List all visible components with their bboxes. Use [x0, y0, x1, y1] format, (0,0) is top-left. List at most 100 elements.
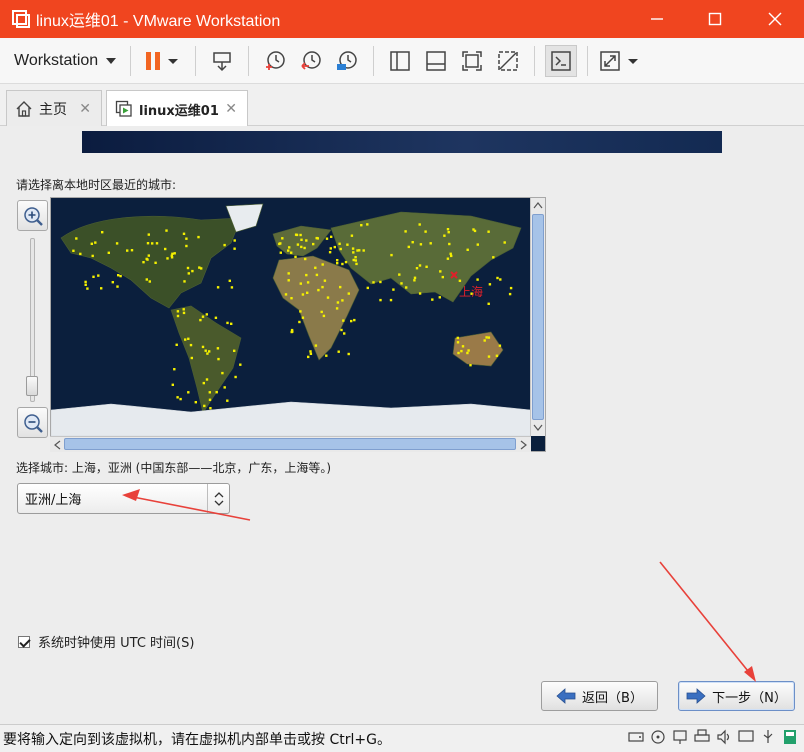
city-dot[interactable]: [476, 278, 479, 281]
city-dot[interactable]: [182, 308, 185, 311]
city-dot[interactable]: [187, 337, 190, 340]
city-dot[interactable]: [492, 256, 495, 259]
city-dot[interactable]: [230, 322, 233, 325]
city-dot[interactable]: [441, 275, 444, 279]
city-dot[interactable]: [350, 234, 354, 237]
city-dot[interactable]: [94, 241, 97, 244]
city-dot[interactable]: [173, 368, 176, 371]
city-dot[interactable]: [171, 383, 174, 386]
city-dot[interactable]: [284, 293, 288, 296]
city-dot[interactable]: [473, 229, 477, 233]
city-dot[interactable]: [389, 298, 393, 302]
city-dot[interactable]: [325, 237, 329, 240]
city-dot[interactable]: [509, 286, 513, 290]
city-dot[interactable]: [424, 230, 427, 233]
city-dot[interactable]: [438, 296, 441, 299]
timezone-select[interactable]: 亚洲/上海: [17, 483, 230, 514]
city-dot[interactable]: [341, 262, 344, 266]
back-button[interactable]: 返回（B）: [541, 681, 658, 711]
scroll-down-icon[interactable]: [533, 424, 543, 432]
city-dot[interactable]: [287, 279, 290, 282]
pause-button[interactable]: [141, 45, 185, 77]
city-dot[interactable]: [205, 313, 208, 316]
map-vertical-thumb[interactable]: [532, 214, 544, 420]
city-dot[interactable]: [214, 316, 218, 319]
city-dot[interactable]: [485, 336, 488, 339]
city-dot[interactable]: [208, 398, 212, 401]
city-dot[interactable]: [457, 351, 460, 355]
city-dot[interactable]: [352, 251, 355, 254]
city-dot[interactable]: [404, 230, 407, 233]
city-dot[interactable]: [418, 264, 422, 267]
city-dot[interactable]: [447, 231, 450, 234]
city-dot[interactable]: [306, 291, 309, 294]
world-map-image[interactable]: 上海: [51, 198, 532, 437]
city-dot[interactable]: [333, 245, 336, 249]
city-dot[interactable]: [360, 224, 363, 227]
city-dot[interactable]: [352, 258, 355, 262]
city-dot[interactable]: [164, 247, 167, 251]
city-dot[interactable]: [425, 265, 428, 268]
city-dot[interactable]: [487, 302, 490, 305]
city-dot[interactable]: [350, 319, 353, 323]
city-dot[interactable]: [450, 254, 453, 258]
maximize-button[interactable]: [686, 0, 744, 38]
city-dot[interactable]: [322, 314, 326, 318]
city-dot[interactable]: [145, 278, 148, 281]
city-dot[interactable]: [344, 260, 348, 264]
city-dot[interactable]: [429, 242, 432, 245]
city-dot[interactable]: [205, 378, 209, 381]
city-dot[interactable]: [460, 349, 463, 353]
city-dot[interactable]: [170, 256, 174, 259]
city-dot[interactable]: [316, 237, 319, 240]
city-dot[interactable]: [347, 292, 350, 295]
city-dot[interactable]: [197, 235, 200, 239]
city-dot[interactable]: [239, 363, 242, 366]
city-dot[interactable]: [329, 247, 332, 250]
city-dot[interactable]: [176, 396, 179, 399]
city-dot[interactable]: [325, 354, 328, 357]
city-dot[interactable]: [216, 286, 220, 289]
city-dot[interactable]: [90, 242, 93, 245]
city-dot[interactable]: [448, 242, 451, 246]
city-dot[interactable]: [431, 298, 434, 301]
city-dot[interactable]: [185, 244, 188, 248]
city-dot[interactable]: [339, 247, 342, 251]
city-dot[interactable]: [321, 285, 324, 289]
revert-snapshot-button[interactable]: [295, 45, 327, 77]
city-dot[interactable]: [446, 228, 450, 231]
city-dot[interactable]: [320, 310, 323, 314]
city-dot[interactable]: [100, 287, 103, 290]
city-dot[interactable]: [372, 281, 375, 284]
city-dot[interactable]: [179, 397, 182, 401]
city-dot[interactable]: [208, 350, 211, 353]
terminal-button[interactable]: [545, 44, 578, 77]
city-dot[interactable]: [155, 242, 159, 245]
city-dot[interactable]: [175, 343, 178, 346]
close-icon[interactable]: ✕: [225, 101, 237, 117]
sound-icon[interactable]: [716, 728, 732, 746]
city-dot[interactable]: [86, 287, 89, 290]
city-dot[interactable]: [449, 252, 452, 255]
city-dot[interactable]: [418, 292, 422, 295]
city-dot[interactable]: [84, 280, 87, 284]
city-dot[interactable]: [495, 354, 499, 357]
city-dot[interactable]: [342, 319, 345, 322]
city-dot[interactable]: [303, 246, 306, 250]
city-dot[interactable]: [148, 280, 151, 283]
city-dot[interactable]: [314, 344, 318, 347]
city-dot[interactable]: [215, 391, 218, 394]
city-dot[interactable]: [314, 266, 317, 269]
city-dot[interactable]: [216, 347, 220, 350]
city-dot[interactable]: [182, 311, 186, 315]
city-dot[interactable]: [208, 391, 211, 394]
city-dot[interactable]: [466, 351, 469, 355]
city-dot[interactable]: [287, 272, 290, 275]
city-dot[interactable]: [176, 310, 180, 313]
next-button[interactable]: 下一步（N）: [678, 681, 795, 711]
city-dot[interactable]: [413, 279, 416, 282]
city-dot[interactable]: [233, 247, 236, 250]
utc-option[interactable]: 系统时钟使用 UTC 时间(S): [18, 632, 194, 651]
city-dot[interactable]: [340, 328, 343, 332]
city-dot[interactable]: [443, 234, 446, 237]
